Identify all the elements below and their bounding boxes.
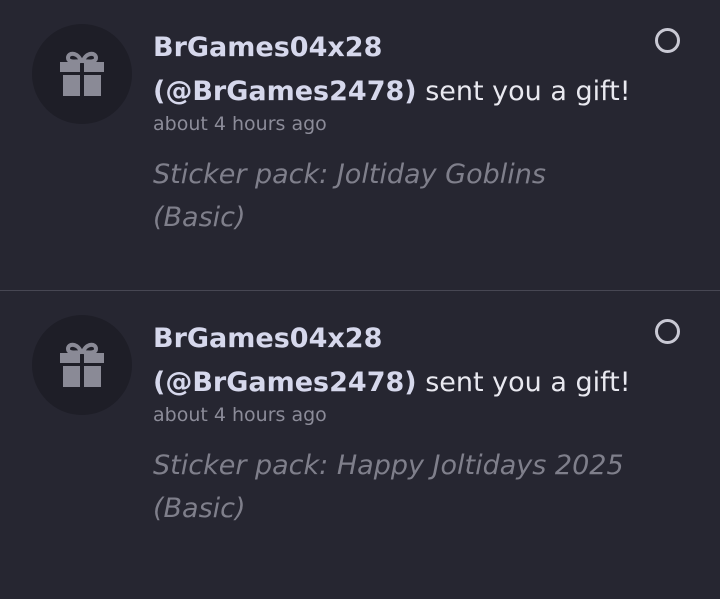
notification-list: BrGames04x28 (@BrGames2478) sent you a g… [0, 0, 720, 599]
notification-time: about 4 hours ago [153, 404, 327, 426]
gift-avatar [32, 24, 132, 124]
sender-name[interactable]: BrGames04x28 [153, 26, 633, 70]
notification-content: BrGames04x28 (@BrGames2478) sent you a g… [153, 26, 633, 239]
sender-handle[interactable]: (@BrGames2478) [153, 367, 417, 398]
notification-detail: Sticker pack: Happy Joltidays 2025 (Basi… [153, 450, 624, 524]
gift-icon [60, 342, 104, 387]
notification-item[interactable]: BrGames04x28 (@BrGames2478) sent you a g… [0, 291, 720, 581]
gift-avatar [32, 315, 132, 415]
notification-action: sent you a gift! [425, 367, 631, 398]
notification-headline: BrGames04x28 (@BrGames2478) sent you a g… [153, 26, 633, 114]
notification-action: sent you a gift! [425, 76, 631, 107]
notification-content: BrGames04x28 (@BrGames2478) sent you a g… [153, 317, 633, 530]
notification-headline: BrGames04x28 (@BrGames2478) sent you a g… [153, 317, 633, 405]
notification-time: about 4 hours ago [153, 113, 327, 135]
notification-item[interactable]: BrGames04x28 (@BrGames2478) sent you a g… [0, 0, 720, 290]
gift-icon [60, 51, 104, 96]
sender-name[interactable]: BrGames04x28 [153, 317, 633, 361]
unread-indicator[interactable] [655, 319, 680, 344]
notification-detail: Sticker pack: Joltiday Goblins (Basic) [153, 159, 546, 233]
unread-indicator[interactable] [655, 28, 680, 53]
sender-handle[interactable]: (@BrGames2478) [153, 76, 417, 107]
